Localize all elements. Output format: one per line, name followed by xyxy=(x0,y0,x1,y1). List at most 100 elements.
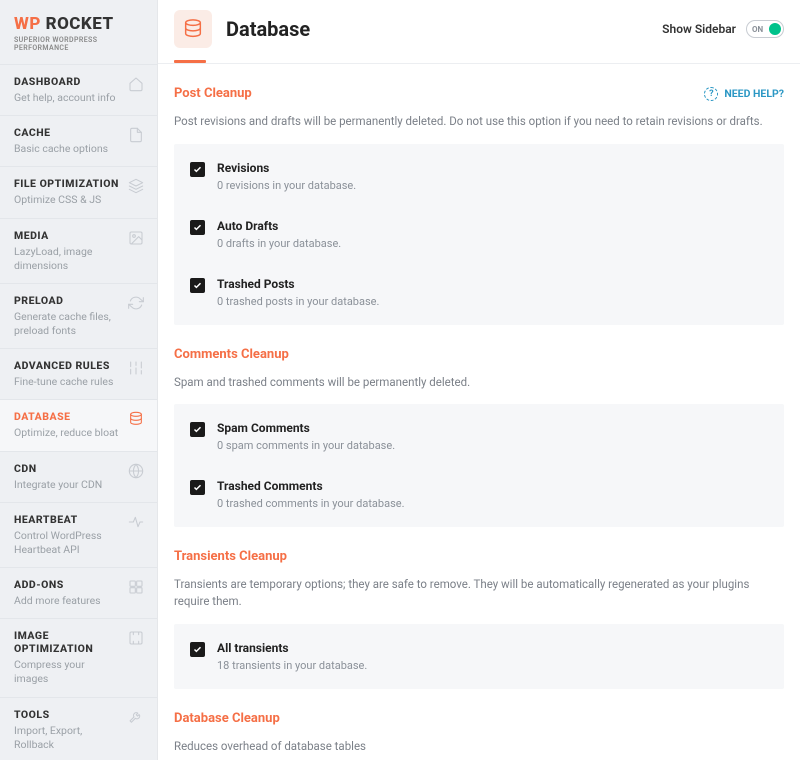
option-title: Trashed Posts xyxy=(217,277,379,291)
file-icon xyxy=(127,126,145,144)
sidebar-item-text: PRELOAD Generate cache files, preload fo… xyxy=(14,294,121,338)
sidebar-item-sub: Add more features xyxy=(14,594,101,608)
option-body: Trashed Comments 0 trashed comments in y… xyxy=(217,479,404,510)
sidebar-item-file-optimization[interactable]: FILE OPTIMIZATION Optimize CSS & JS xyxy=(0,167,157,218)
page-header: Database Show Sidebar ON xyxy=(158,0,800,48)
section-header: Transients Cleanup xyxy=(174,549,784,564)
section-desc: Transients are temporary options; they a… xyxy=(174,576,784,609)
sidebar-item-label: CDN xyxy=(14,462,102,475)
home-icon xyxy=(127,75,145,93)
sidebar-item-cdn[interactable]: CDN Integrate your CDN xyxy=(0,452,157,503)
sidebar-item-label: TOOLS xyxy=(14,708,121,721)
sidebar-item-sub: Get help, account info xyxy=(14,91,116,105)
option-body: Revisions 0 revisions in your database. xyxy=(217,161,356,192)
section-header: Comments Cleanup xyxy=(174,347,784,362)
options-card: Revisions 0 revisions in your database. … xyxy=(174,144,784,325)
need-help-label: NEED HELP? xyxy=(724,87,784,100)
database-icon xyxy=(174,10,212,48)
app-root: WP ROCKET SUPERIOR WORDPRESS PERFORMANCE… xyxy=(0,0,800,760)
brand-name-rocket: ROCKET xyxy=(41,14,114,34)
option-sub: 0 revisions in your database. xyxy=(217,179,356,192)
option-row: Spam Comments 0 spam comments in your da… xyxy=(190,408,768,465)
sidebar-item-tools[interactable]: TOOLS Import, Export, Rollback xyxy=(0,698,157,760)
checkbox-spam-comments[interactable] xyxy=(190,422,205,437)
sidebar-item-dashboard[interactable]: DASHBOARD Get help, account info xyxy=(0,64,157,116)
sidebar-item-label: ADVANCED RULES xyxy=(14,359,113,372)
section-desc: Post revisions and drafts will be perman… xyxy=(174,113,784,130)
section-header: Post Cleanup ? NEED HELP? xyxy=(174,86,784,101)
header-left: Database xyxy=(174,10,310,48)
sidebar-item-cache[interactable]: CACHE Basic cache options xyxy=(0,116,157,167)
section-transients-cleanup: Transients Cleanup Transients are tempor… xyxy=(174,549,784,688)
option-sub: 0 trashed posts in your database. xyxy=(217,295,379,308)
brand-tagline: SUPERIOR WORDPRESS PERFORMANCE xyxy=(14,36,147,52)
sidebar-item-text: IMAGE OPTIMIZATION Compress your images xyxy=(14,629,121,686)
option-sub: 0 drafts in your database. xyxy=(217,237,341,250)
sidebar-item-label: PRELOAD xyxy=(14,294,121,307)
sidebar-item-label: DASHBOARD xyxy=(14,75,116,88)
sidebar-item-image-optimization[interactable]: IMAGE OPTIMIZATION Compress your images xyxy=(0,619,157,697)
option-sub: 18 transients in your database. xyxy=(217,659,367,672)
option-body: Auto Drafts 0 drafts in your database. xyxy=(217,219,341,250)
sidebar-item-add-ons[interactable]: ADD-ONS Add more features xyxy=(0,568,157,619)
sidebar-item-label: ADD-ONS xyxy=(14,578,101,591)
sidebar-item-label: FILE OPTIMIZATION xyxy=(14,177,119,190)
globe-icon xyxy=(127,462,145,480)
sidebar-item-sub: LazyLoad, image dimensions xyxy=(14,245,121,273)
sidebar-item-text: CDN Integrate your CDN xyxy=(14,462,102,492)
header-right: Show Sidebar ON xyxy=(662,20,784,38)
sidebar-item-text: DASHBOARD Get help, account info xyxy=(14,75,116,105)
sidebar-item-sub: Fine-tune cache rules xyxy=(14,375,113,389)
sliders-icon xyxy=(127,359,145,377)
option-title: Trashed Comments xyxy=(217,479,404,493)
sidebar-item-advanced-rules[interactable]: ADVANCED RULES Fine-tune cache rules xyxy=(0,349,157,400)
sidebar-item-sub: Optimize CSS & JS xyxy=(14,193,119,207)
sidebar-item-label: MEDIA xyxy=(14,229,121,242)
sidebar-item-text: TOOLS Import, Export, Rollback xyxy=(14,708,121,752)
checkbox-trashed-posts[interactable] xyxy=(190,278,205,293)
checkbox-revisions[interactable] xyxy=(190,162,205,177)
option-title: Revisions xyxy=(217,161,356,175)
tools-icon xyxy=(127,708,145,726)
toggle-knob xyxy=(769,23,781,35)
brand-logo: WP ROCKET SUPERIOR WORDPRESS PERFORMANCE xyxy=(0,0,157,64)
sidebar-item-text: ADVANCED RULES Fine-tune cache rules xyxy=(14,359,113,389)
sidebar-item-text: MEDIA LazyLoad, image dimensions xyxy=(14,229,121,273)
option-row: Trashed Posts 0 trashed posts in your da… xyxy=(190,263,768,321)
sidebar-item-sub: Generate cache files, preload fonts xyxy=(14,310,121,338)
heartbeat-icon xyxy=(127,513,145,531)
sidebar-item-text: HEARTBEAT Control WordPress Heartbeat AP… xyxy=(14,513,121,557)
compress-icon xyxy=(127,629,145,647)
option-row: All transients 18 transients in your dat… xyxy=(190,628,768,685)
sidebar-item-label: IMAGE OPTIMIZATION xyxy=(14,629,121,655)
option-row: Revisions 0 revisions in your database. xyxy=(190,148,768,205)
sidebar-item-sub: Integrate your CDN xyxy=(14,478,102,492)
checkbox-trashed-comments[interactable] xyxy=(190,480,205,495)
sidebar-item-preload[interactable]: PRELOAD Generate cache files, preload fo… xyxy=(0,284,157,349)
sidebar-item-sub: Optimize, reduce bloat xyxy=(14,426,118,440)
sidebar: WP ROCKET SUPERIOR WORDPRESS PERFORMANCE… xyxy=(0,0,158,760)
sidebar-item-media[interactable]: MEDIA LazyLoad, image dimensions xyxy=(0,219,157,284)
option-body: Trashed Posts 0 trashed posts in your da… xyxy=(217,277,379,308)
sidebar-item-text: DATABASE Optimize, reduce bloat xyxy=(14,410,118,440)
help-icon: ? xyxy=(704,87,718,101)
sidebar-item-sub: Control WordPress Heartbeat API xyxy=(14,529,121,557)
checkbox-auto-drafts[interactable] xyxy=(190,220,205,235)
sidebar-item-sub: Compress your images xyxy=(14,658,121,686)
database-icon xyxy=(127,410,145,428)
content-scroll: Post Cleanup ? NEED HELP? Post revisions… xyxy=(158,64,800,760)
option-title: All transients xyxy=(217,641,367,655)
show-sidebar-label: Show Sidebar xyxy=(662,22,736,36)
section-desc: Spam and trashed comments will be perman… xyxy=(174,374,784,391)
section-database-cleanup: Database Cleanup Reduces overhead of dat… xyxy=(174,711,784,760)
checkbox-all-transients[interactable] xyxy=(190,642,205,657)
options-card: All transients 18 transients in your dat… xyxy=(174,624,784,689)
show-sidebar-toggle[interactable]: ON xyxy=(746,20,784,38)
sidebar-item-label: CACHE xyxy=(14,126,108,139)
section-title: Post Cleanup xyxy=(174,86,252,101)
sidebar-item-heartbeat[interactable]: HEARTBEAT Control WordPress Heartbeat AP… xyxy=(0,503,157,568)
sidebar-nav: DASHBOARD Get help, account info CACHE B… xyxy=(0,64,157,760)
sidebar-item-database[interactable]: DATABASE Optimize, reduce bloat xyxy=(0,400,157,451)
need-help-link[interactable]: ? NEED HELP? xyxy=(704,87,784,101)
sidebar-item-text: FILE OPTIMIZATION Optimize CSS & JS xyxy=(14,177,119,207)
